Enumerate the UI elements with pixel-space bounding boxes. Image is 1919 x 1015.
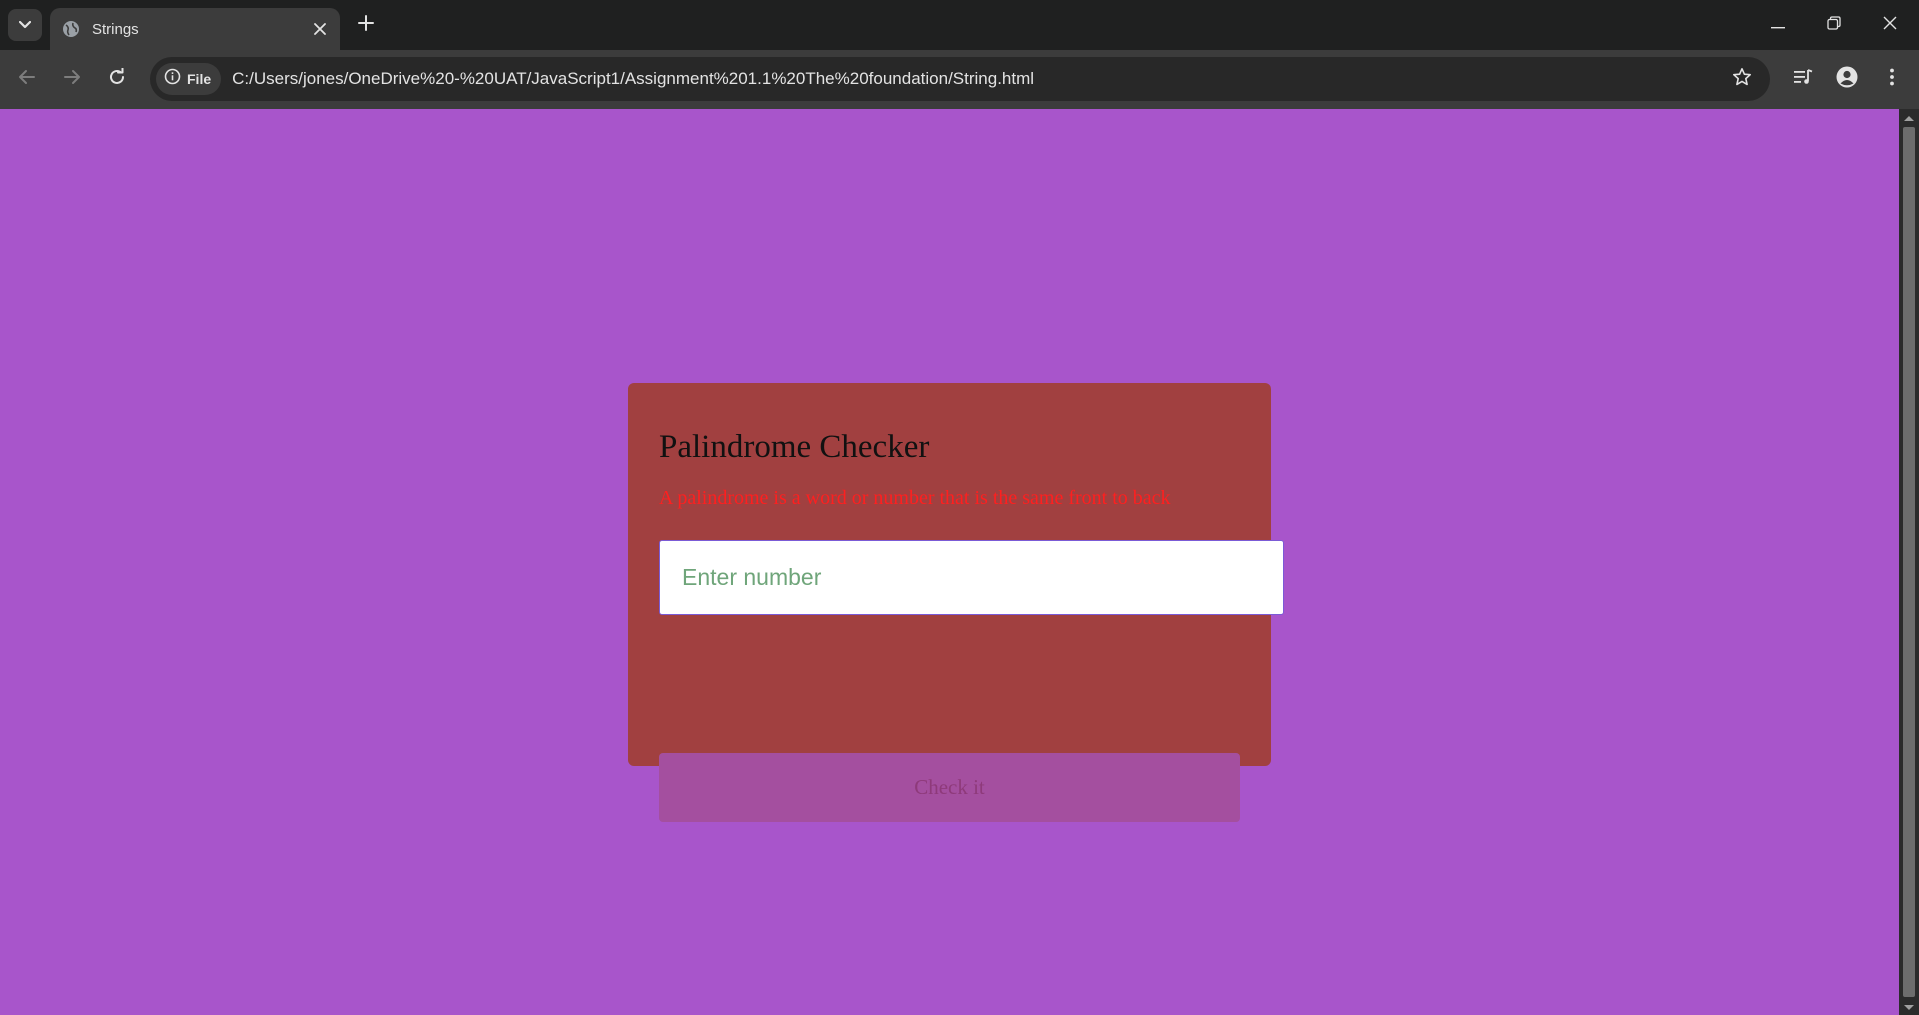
tab-search-button[interactable] [8,9,42,41]
tab-strip: Strings [0,0,1919,50]
tab-strings[interactable]: Strings [50,8,340,50]
scroll-down-icon[interactable] [1904,1002,1914,1012]
info-icon [164,68,181,90]
browser-toolbar: File C:/Users/jones/OneDrive%20-%20UAT/J… [0,50,1919,109]
vertical-scrollbar[interactable] [1899,109,1919,1015]
page-title: Palindrome Checker [659,429,930,465]
palindrome-card: Palindrome Checker A palindrome is a wor… [628,383,1284,822]
arrow-left-icon [18,68,36,91]
globe-icon [62,20,80,38]
url-text[interactable]: C:/Users/jones/OneDrive%20-%20UAT/JavaSc… [232,69,1726,89]
restore-icon [1827,15,1841,35]
new-tab-button[interactable] [352,11,380,39]
close-window-button[interactable] [1862,0,1918,50]
site-chip-label: File [187,71,212,87]
close-icon [1883,16,1897,35]
scroll-thumb[interactable] [1903,127,1915,997]
close-tab-icon[interactable] [308,17,332,41]
profile-button[interactable] [1831,63,1863,95]
scroll-up-icon[interactable] [1904,113,1914,123]
reload-icon [108,67,126,91]
avatar-icon [1836,66,1858,93]
browser-menu-button[interactable] [1876,63,1908,95]
plus-icon [358,14,374,36]
back-button[interactable] [11,63,43,95]
tab-title: Strings [92,20,139,38]
playlist-icon [1793,68,1813,91]
description-text: A palindrome is a word or number that is… [659,487,1171,509]
chevron-down-icon [18,16,32,34]
media-controls-button[interactable] [1787,63,1819,95]
forward-button[interactable] [56,63,88,95]
number-input[interactable] [659,540,1284,615]
star-icon [1732,67,1752,92]
site-info-chip[interactable]: File [156,63,222,95]
minimize-icon [1771,16,1785,34]
bookmark-button[interactable] [1726,63,1758,95]
check-it-button[interactable]: Check it [659,753,1240,822]
restore-window-button[interactable] [1806,0,1862,50]
arrow-right-icon [63,68,81,91]
address-bar[interactable]: File C:/Users/jones/OneDrive%20-%20UAT/J… [150,57,1770,101]
minimize-window-button[interactable] [1750,0,1806,50]
more-vert-icon [1889,68,1895,91]
page-viewport: Palindrome Checker A palindrome is a wor… [0,109,1899,1015]
reload-button[interactable] [101,63,133,95]
